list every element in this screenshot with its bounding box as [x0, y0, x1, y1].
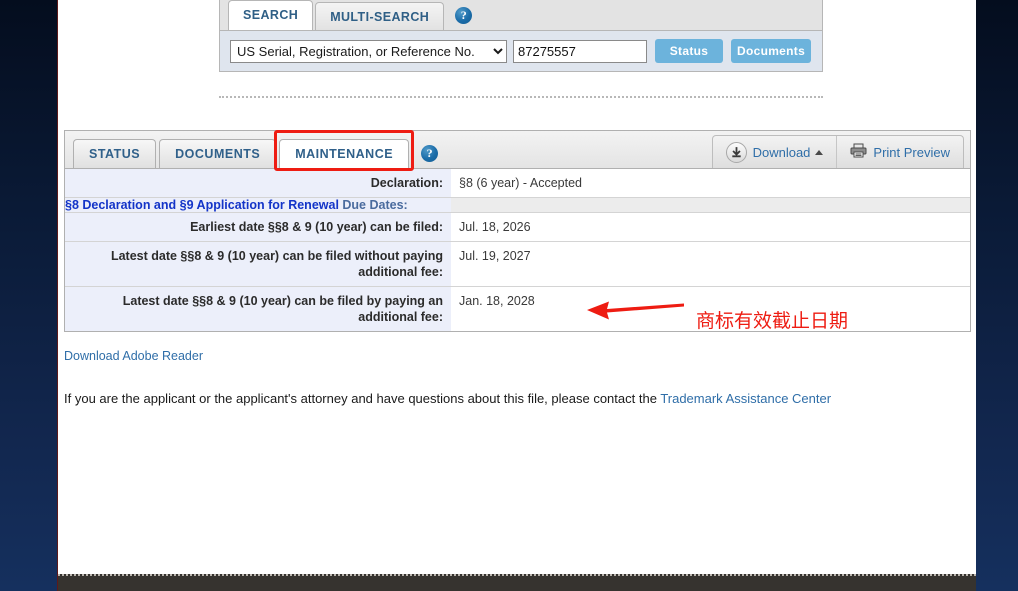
contact-line: If you are the applicant or the applican…: [64, 391, 831, 406]
declaration-value: §8 (6 year) - Accepted: [451, 169, 970, 198]
table-section-header: §8 Declaration and §9 Application for Re…: [65, 197, 970, 213]
tab-search-label: SEARCH: [243, 8, 299, 22]
tab-maintenance[interactable]: MAINTENANCE: [279, 139, 410, 168]
print-preview-button[interactable]: Print Preview: [836, 136, 963, 168]
tab-status[interactable]: STATUS: [73, 139, 157, 168]
contact-prefix-text: If you are the applicant or the applican…: [64, 391, 661, 406]
maintenance-panel: STATUS DOCUMENTS MAINTENANCE ? Download …: [64, 130, 971, 332]
status-button[interactable]: Status: [655, 39, 723, 63]
panel-tabstrip: STATUS DOCUMENTS MAINTENANCE ? Download …: [65, 130, 970, 171]
search-form-row: US Serial, Registration, or Reference No…: [219, 30, 823, 72]
row-value-earliest-date: Jul. 18, 2026: [451, 212, 970, 242]
left-background-rail: [0, 0, 58, 591]
search-number-input[interactable]: [513, 39, 647, 63]
tab-maintenance-label: MAINTENANCE: [295, 147, 394, 161]
dotted-separator: [219, 96, 823, 98]
right-background-rail: [975, 0, 1018, 591]
trademark-assistance-center-link[interactable]: Trademark Assistance Center: [660, 391, 831, 406]
print-preview-label: Print Preview: [873, 144, 950, 160]
section-header-bold: §8 Declaration and §9 Application for Re…: [65, 198, 339, 212]
section-header-filler: [451, 197, 970, 213]
search-type-select[interactable]: US Serial, Registration, or Reference No…: [230, 39, 507, 63]
documents-button[interactable]: Documents: [731, 39, 812, 63]
tab-documents[interactable]: DOCUMENTS: [159, 139, 277, 168]
panel-actions: Download Print Preview: [711, 135, 964, 168]
row-value-latest-date-no-fee: Jul. 19, 2027: [451, 241, 970, 287]
download-label: Download: [752, 144, 811, 160]
question-mark-icon-panel[interactable]: ?: [421, 145, 439, 162]
section-header-label: §8 Declaration and §9 Application for Re…: [65, 197, 451, 213]
page-canvas: SEARCH MULTI-SEARCH ? US Serial, Registr…: [58, 0, 976, 591]
annotation-text: 商标有效截止日期: [696, 310, 849, 332]
bottom-status-band: [58, 574, 976, 591]
tab-multi-search[interactable]: MULTI-SEARCH: [315, 2, 445, 30]
tab-multi-search-label: MULTI-SEARCH: [330, 10, 430, 24]
tab-search[interactable]: SEARCH: [228, 0, 314, 30]
download-icon: [725, 141, 747, 163]
table-row: Latest date §§8 & 9 (10 year) can be fil…: [65, 241, 970, 287]
table-row: Earliest date §§8 & 9 (10 year) can be f…: [65, 212, 970, 242]
table-row-declaration: Declaration: §8 (6 year) - Accepted: [65, 169, 970, 198]
search-tabstrip: SEARCH MULTI-SEARCH ?: [219, 0, 823, 30]
row-label-earliest-date: Earliest date §§8 & 9 (10 year) can be f…: [65, 212, 451, 242]
download-adobe-reader-link[interactable]: Download Adobe Reader: [64, 349, 203, 363]
chevron-up-icon: [815, 149, 824, 155]
printer-icon: [850, 143, 867, 161]
question-mark-icon[interactable]: ?: [455, 7, 473, 24]
tab-status-label: STATUS: [89, 147, 141, 161]
search-widget: SEARCH MULTI-SEARCH ? US Serial, Registr…: [219, 0, 823, 72]
declaration-label: Declaration:: [65, 169, 451, 198]
section-header-dim: Due Dates:: [338, 198, 408, 212]
row-label-latest-date-with-fee: Latest date §§8 & 9 (10 year) can be fil…: [65, 286, 451, 331]
download-button[interactable]: Download: [713, 136, 837, 168]
tab-documents-label: DOCUMENTS: [175, 147, 261, 161]
tab-maintenance-wrapper: MAINTENANCE: [274, 130, 415, 171]
row-label-latest-date-no-fee: Latest date §§8 & 9 (10 year) can be fil…: [65, 241, 451, 287]
